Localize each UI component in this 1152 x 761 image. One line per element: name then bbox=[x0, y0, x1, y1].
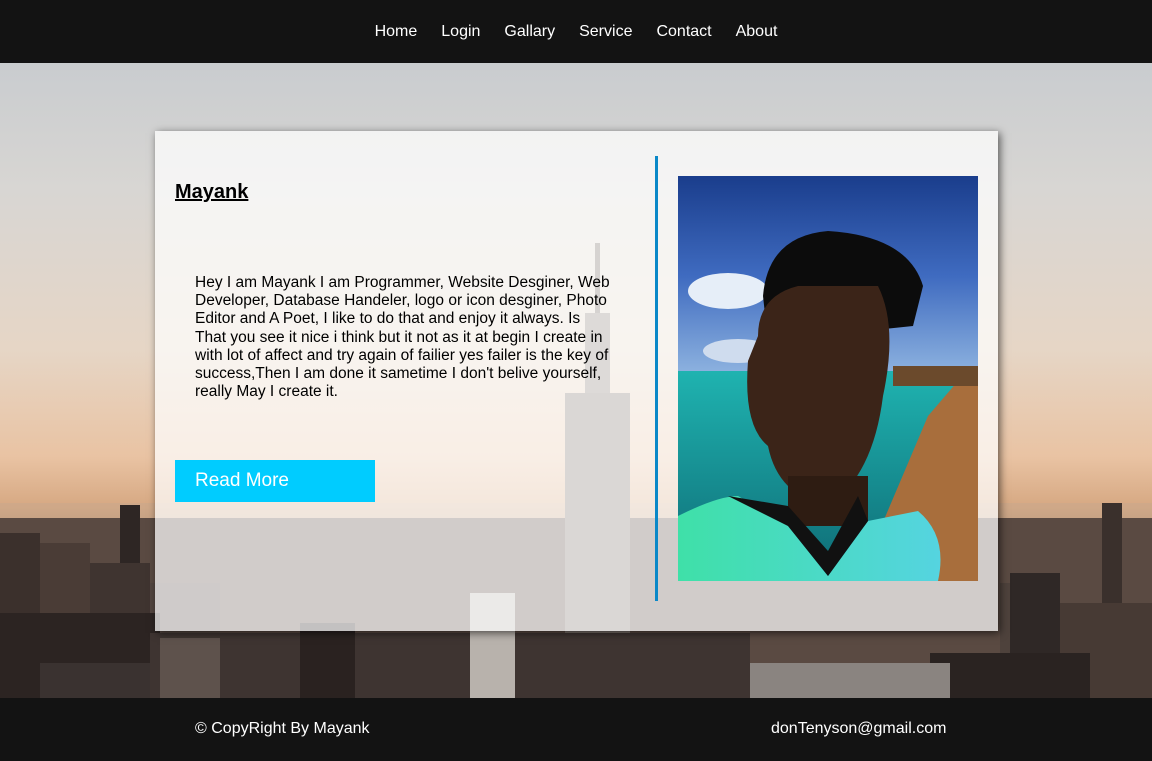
copyright-text: © CopyRight By Mayank bbox=[195, 720, 370, 737]
top-navbar: Home Login Gallary Service Contact About bbox=[0, 0, 1152, 63]
profile-photo bbox=[678, 176, 978, 581]
profile-bio: Hey I am Mayank I am Programmer, Website… bbox=[195, 274, 610, 401]
vertical-divider bbox=[655, 156, 658, 601]
nav-links: Home Login Gallary Service Contact About bbox=[363, 0, 790, 63]
profile-name: Mayank bbox=[175, 181, 249, 203]
nav-link-service[interactable]: Service bbox=[567, 0, 644, 63]
profile-card: Mayank Hey I am Mayank I am Programmer, … bbox=[155, 131, 998, 631]
footer: © CopyRight By Mayank donTenyson@gmail.c… bbox=[0, 698, 1152, 761]
nav-link-home[interactable]: Home bbox=[363, 0, 430, 63]
nav-link-login[interactable]: Login bbox=[429, 0, 492, 63]
nav-link-gallary[interactable]: Gallary bbox=[492, 0, 567, 63]
nav-link-about[interactable]: About bbox=[724, 0, 790, 63]
nav-link-contact[interactable]: Contact bbox=[644, 0, 723, 63]
read-more-button[interactable]: Read More bbox=[175, 460, 375, 502]
contact-email: donTenyson@gmail.com bbox=[771, 720, 947, 737]
